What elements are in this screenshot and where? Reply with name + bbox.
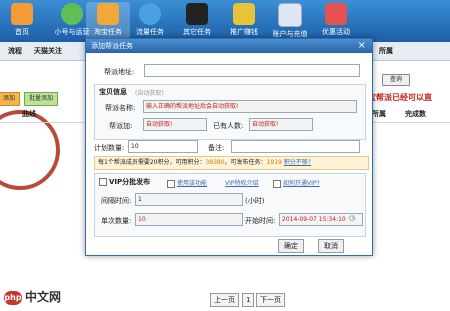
card-icon: [278, 3, 302, 27]
prev-page-button[interactable]: 上一页: [210, 293, 239, 307]
url-input[interactable]: [144, 64, 360, 77]
add-button[interactable]: 添加: [0, 92, 21, 106]
remark-input[interactable]: [231, 140, 360, 153]
close-icon[interactable]: ×: [358, 39, 366, 53]
tab-tmall-follow[interactable]: 天猫关注: [30, 44, 66, 58]
toolbar-home[interactable]: 首页: [0, 2, 44, 40]
vip-option-intro[interactable]: VIP特权介绍: [225, 178, 259, 187]
top-toolbar: 首页 小号与运营 淘宝任务 流量任务 其它任务 推广赚钱 账户与充值 优惠活动: [0, 0, 450, 42]
batch-count-input[interactable]: 10: [135, 213, 243, 226]
baby-info-group: 宝贝信息 (自动获取) 帮派名称: 输入正确的帮派地址后会自动获取! 帮派加: …: [94, 84, 366, 140]
baby-info-header: 宝贝信息: [99, 88, 127, 96]
points-info-text: 每1个帮派成员需要20积分，可用积分：: [98, 159, 206, 166]
confirm-button[interactable]: 确定: [278, 239, 304, 253]
plan-count-label: 计划数量:: [94, 144, 125, 152]
points-value: 38380: [205, 159, 225, 166]
gift-icon: [325, 3, 347, 25]
calendar-icon[interactable]: ◷: [349, 214, 355, 222]
user-icon: [61, 3, 83, 25]
add-group-task-dialog: 添加帮派任务 × 帮派地址: 宝贝信息 (自动获取) 帮派名称: 输入正确的帮派…: [85, 38, 373, 256]
column-curve: 曲线: [22, 110, 36, 118]
batch-add-button[interactable]: 批量添加: [24, 92, 59, 106]
tasks-value: 1919: [266, 159, 282, 166]
money-bag-icon: [233, 3, 255, 25]
remark-label: 备注:: [208, 144, 225, 152]
group-name-label: 帮派名称:: [105, 104, 136, 112]
batch-count-label: 单次数量:: [101, 217, 132, 225]
tab-flow[interactable]: 流程: [4, 44, 26, 58]
dialog-titlebar: 添加帮派任务 ×: [86, 39, 372, 53]
url-label: 帮派地址:: [104, 68, 135, 76]
vip-checkbox-icon[interactable]: [99, 178, 107, 186]
interval-input[interactable]: 1: [135, 193, 243, 206]
members-field: 自动获取!: [249, 118, 313, 131]
tab-owner[interactable]: 所属: [375, 44, 397, 58]
column-completed: 完成数: [405, 110, 426, 118]
points-help-link[interactable]: 积分不够?: [284, 159, 311, 166]
group-name-field: 输入正确的帮派地址后会自动获取!: [143, 100, 357, 113]
home-icon: [11, 3, 33, 25]
watermark-text: 中文网: [25, 290, 62, 304]
toolbar-promotion[interactable]: 推广赚钱: [222, 2, 266, 40]
vip-header: VIP分批发布: [99, 177, 150, 187]
group-addr-field: 自动获取!: [143, 118, 207, 131]
tasks-label: ，可发布任务：: [224, 159, 267, 166]
vip-option-use[interactable]: 使用该功能: [167, 178, 207, 188]
group-addr-label: 帮派加:: [109, 122, 133, 130]
dialog-title: 添加帮派任务: [91, 42, 133, 50]
points-info-bar: 每1个帮派成员需要20积分，可用积分：38380，可发布任务：1919 积分不够…: [94, 156, 369, 170]
toolbar-promotions[interactable]: 优惠活动: [314, 2, 358, 40]
cancel-button[interactable]: 取消: [318, 239, 344, 253]
toolbar-other-tasks[interactable]: 其它任务: [175, 2, 219, 40]
interval-label: 间隔时间:: [101, 197, 132, 205]
php-logo-icon: php: [4, 290, 22, 305]
search-button[interactable]: 查询: [382, 74, 410, 86]
taobao-icon: [97, 3, 119, 25]
start-time-label: 开始时间:: [245, 217, 276, 225]
vip-group: VIP分批发布 使用该功能 VIP特权介绍 如何开通VIP? 间隔时间: 1 (…: [94, 173, 366, 237]
members-label: 已有人数:: [213, 122, 244, 130]
toolbar-traffic-tasks[interactable]: 流量任务: [128, 2, 172, 40]
plan-count-input[interactable]: 10: [128, 140, 198, 153]
next-page-button[interactable]: 下一页: [256, 293, 285, 307]
page-number: 1: [242, 293, 255, 307]
cat-icon: [186, 3, 208, 25]
baby-info-hint: (自动获取): [135, 90, 164, 97]
watermark: php 中文网: [4, 288, 61, 305]
column-owner: 所属: [372, 110, 386, 118]
toolbar-taobao-tasks[interactable]: 淘宝任务: [86, 2, 130, 40]
interval-unit: (小时): [245, 197, 265, 205]
browser-icon: [139, 3, 161, 25]
toolbar-account-recharge[interactable]: 账户与充值: [268, 2, 312, 40]
vip-option-howto[interactable]: 如何开通VIP?: [273, 178, 320, 188]
